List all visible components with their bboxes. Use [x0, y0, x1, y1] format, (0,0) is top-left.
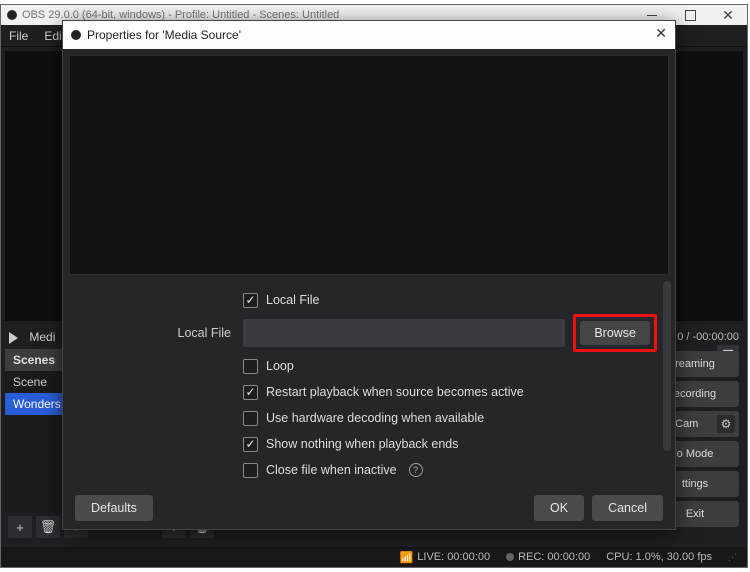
- close-inactive-checkbox[interactable]: [243, 463, 258, 478]
- delete-scene-button[interactable]: 🗑: [36, 516, 60, 538]
- rec-dot-icon: [506, 553, 514, 561]
- dialog-button-row: Defaults OK Cancel: [63, 487, 675, 529]
- dialog-close-button[interactable]: ✕: [655, 25, 667, 42]
- show-nothing-checkbox[interactable]: [243, 437, 258, 452]
- status-rec: REC: 00:00:00: [518, 551, 590, 563]
- ok-button[interactable]: OK: [534, 495, 584, 521]
- defaults-button[interactable]: Defaults: [75, 495, 153, 521]
- show-nothing-label: Show nothing when playback ends: [266, 437, 459, 451]
- time-total: -00:00:00: [693, 331, 739, 343]
- properties-dialog: Properties for 'Media Source' ✕ Local Fi…: [62, 20, 676, 530]
- resize-grip-icon: ⋰: [728, 552, 737, 563]
- status-cpu: CPU: 1.0%, 30.00 fps: [606, 551, 712, 563]
- menu-file[interactable]: File: [9, 29, 28, 43]
- dialog-title: Properties for 'Media Source': [87, 28, 241, 42]
- dialog-form: Local File Local File Browse Loop R: [63, 281, 675, 487]
- obs-logo-icon: [7, 10, 17, 20]
- gear-icon[interactable]: ⚙: [717, 415, 735, 433]
- help-icon[interactable]: ?: [409, 463, 423, 477]
- status-live: LIVE: 00:00:00: [417, 551, 490, 563]
- cancel-button[interactable]: Cancel: [592, 495, 663, 521]
- play-icon[interactable]: [9, 332, 18, 344]
- time-current: 0: [677, 331, 683, 343]
- loop-checkbox[interactable]: [243, 359, 258, 374]
- maximize-button[interactable]: [671, 5, 709, 25]
- dialog-preview: [69, 55, 669, 275]
- statusbar: 📶LIVE: 00:00:00 REC: 00:00:00 CPU: 1.0%,…: [1, 547, 747, 567]
- close-inactive-label: Close file when inactive: [266, 463, 397, 477]
- hw-decode-label: Use hardware decoding when available: [266, 411, 484, 425]
- restart-checkbox[interactable]: [243, 385, 258, 400]
- media-label: Medi: [29, 330, 55, 344]
- local-file-label: Local File: [266, 293, 320, 307]
- local-file-field-label: Local File: [63, 326, 243, 340]
- dialog-titlebar: Properties for 'Media Source' ✕: [63, 21, 675, 49]
- hw-decode-checkbox[interactable]: [243, 411, 258, 426]
- scrollbar[interactable]: [663, 281, 671, 451]
- close-button[interactable]: ✕: [709, 5, 747, 25]
- restart-label: Restart playback when source becomes act…: [266, 385, 524, 399]
- browse-button[interactable]: Browse: [580, 321, 650, 345]
- browse-highlight: Browse: [573, 314, 657, 352]
- loop-label: Loop: [266, 359, 294, 373]
- obs-logo-icon: [71, 30, 81, 40]
- local-file-checkbox[interactable]: [243, 293, 258, 308]
- network-icon: 📶: [400, 551, 414, 564]
- local-file-input[interactable]: [243, 319, 565, 347]
- add-scene-button[interactable]: +: [8, 516, 32, 538]
